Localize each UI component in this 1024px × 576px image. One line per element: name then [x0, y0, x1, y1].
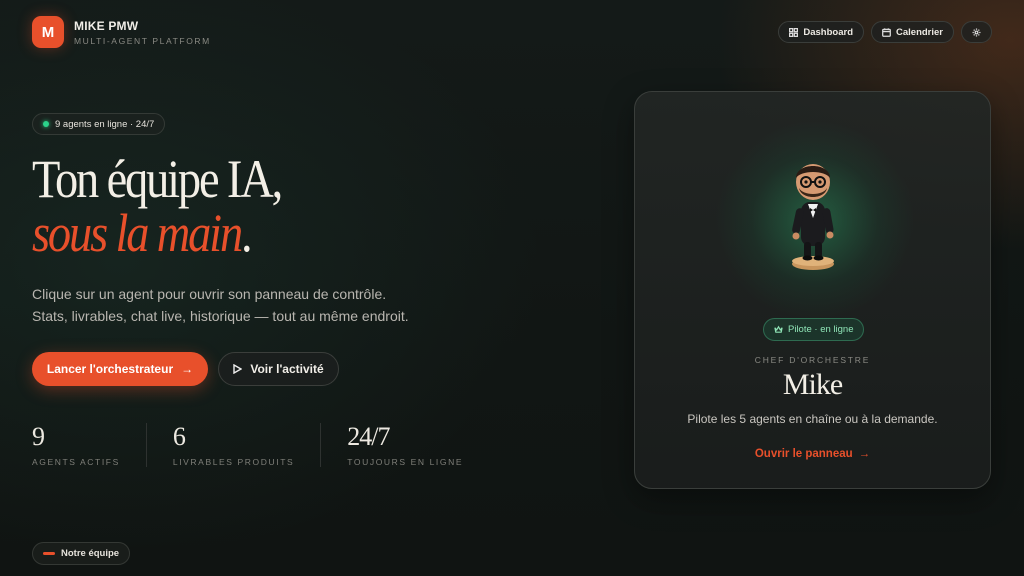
dashboard-label: Dashboard	[803, 26, 853, 38]
crown-icon	[774, 325, 783, 333]
gear-icon	[972, 28, 981, 36]
description-line1: Clique sur un agent pour ouvrir son pann…	[32, 286, 387, 302]
headline-line1: Ton équipe IA,	[32, 149, 283, 209]
brand-name: MIKE PMW	[74, 18, 139, 33]
calendar-label: Calendrier	[896, 26, 943, 38]
agents-status-text: 9 agents en ligne · 24/7	[55, 118, 155, 130]
headline-accent: sous la main	[32, 203, 243, 263]
play-icon	[233, 364, 243, 374]
brand-subtitle: MULTI-AGENT PLATFORM	[74, 35, 211, 46]
hero-headline: Ton équipe IA, sous la main.	[32, 149, 283, 260]
stat-label: AGENTS ACTIFS	[32, 457, 120, 467]
team-section-pill: Notre équipe	[32, 542, 131, 565]
brand[interactable]: M MIKE PMW MULTI-AGENT PLATFORM	[32, 16, 211, 48]
stat-label: TOUJOURS EN LIGNE	[347, 457, 464, 467]
settings-button[interactable]	[961, 21, 992, 43]
agent-card[interactable]: Pilote · en ligne CHEF D'ORCHESTRE Mike …	[634, 91, 991, 489]
stat-deliverables: 6 LIVRABLES PRODUITS	[172, 422, 322, 467]
stat-value: 9	[32, 422, 45, 451]
agent-description: Pilote les 5 agents en chaîne ou à la de…	[687, 412, 938, 426]
online-dot-icon	[43, 121, 49, 127]
stat-label: LIVRABLES PRODUITS	[172, 457, 295, 467]
open-panel-label: Ouvrir le panneau	[754, 448, 853, 460]
calendar-button[interactable]: Calendrier	[871, 21, 954, 43]
view-activity-label: Voir l'activité	[250, 362, 324, 376]
calendar-icon	[882, 27, 891, 37]
arrow-right-icon: →	[858, 448, 871, 460]
view-activity-button[interactable]: Voir l'activité	[218, 352, 339, 386]
stats-row: 9 AGENTS ACTIFS 6 LIVRABLES PRODUITS 24/…	[32, 423, 515, 467]
brand-text: MIKE PMW MULTI-AGENT PLATFORM	[74, 19, 211, 46]
team-section-label: Notre équipe	[61, 548, 120, 559]
agent-avatar	[792, 164, 834, 270]
top-actions: Dashboard Calendrier	[778, 21, 992, 43]
agents-status-pill: 9 agents en ligne · 24/7	[32, 113, 166, 135]
stat-uptime: 24/7 TOUJOURS EN LIGNE	[347, 422, 489, 468]
stat-value: 6	[172, 422, 186, 451]
hero-description: Clique sur un agent pour ouvrir son pann…	[32, 283, 409, 327]
arrow-right-icon: →	[181, 362, 194, 376]
launch-orchestrator-label: Lancer l'orchestrateur	[46, 362, 174, 376]
agent-role: CHEF D'ORCHESTRE	[754, 355, 871, 365]
open-panel-link[interactable]: Ouvrir le panneau →	[635, 448, 990, 460]
description-line2: Stats, livrables, chat live, historique …	[32, 308, 409, 324]
stat-agents: 9 AGENTS ACTIFS	[32, 423, 147, 467]
pilot-online-badge: Pilote · en ligne	[763, 318, 865, 341]
headline-line2: sous la main.	[32, 206, 281, 260]
dashboard-button[interactable]: Dashboard	[778, 21, 864, 43]
grid-icon	[789, 27, 799, 37]
launch-orchestrator-button[interactable]: Lancer l'orchestrateur →	[32, 352, 208, 386]
pilot-online-text: Pilote · en ligne	[788, 324, 854, 335]
dash-icon	[43, 552, 55, 555]
agent-name: Mike	[782, 368, 843, 401]
brand-logo: M	[32, 16, 64, 48]
headline-period: .	[241, 203, 253, 263]
stat-value: 24/7	[347, 422, 390, 451]
